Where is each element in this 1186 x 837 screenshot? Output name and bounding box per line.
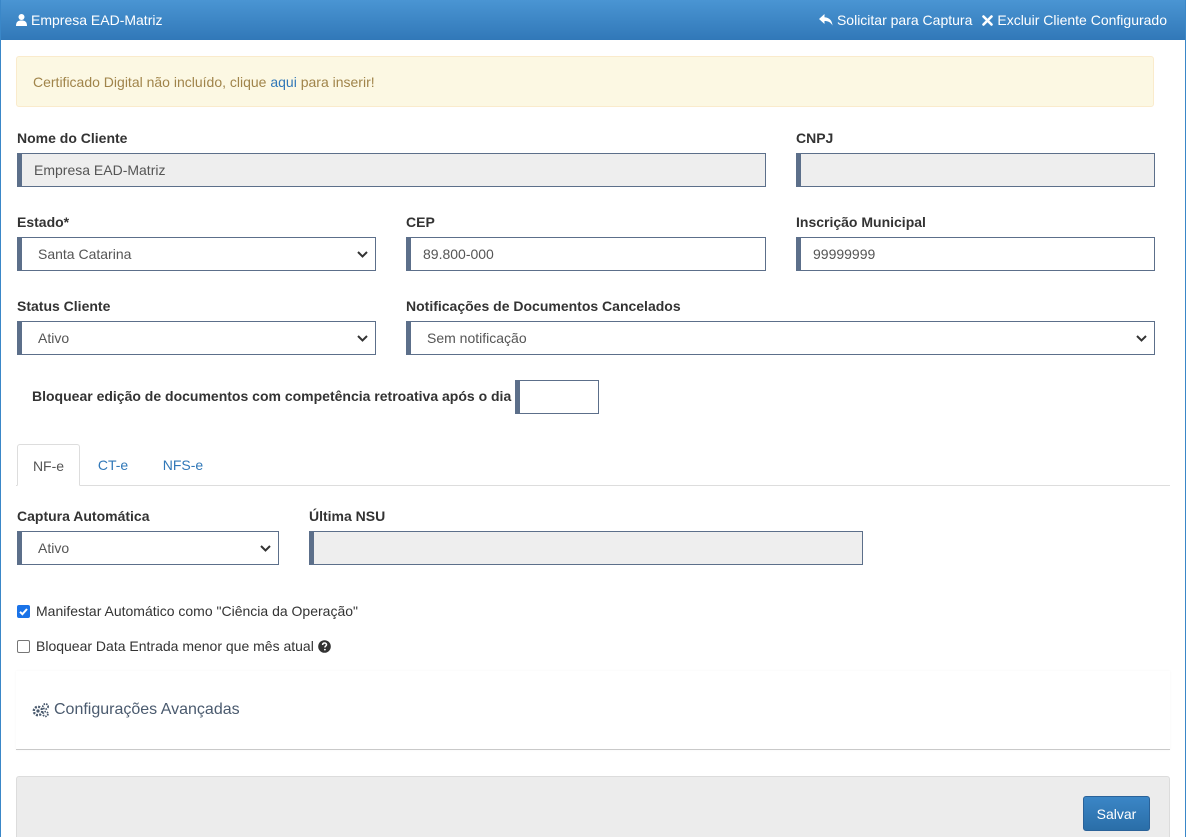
checkmark-icon [19,607,28,616]
client-name-field[interactable]: Empresa EAD-Matriz [17,153,766,187]
cep-field[interactable]: 89.800-000 [406,237,766,271]
cogs-icon [32,703,49,718]
last-nsu-label: Última NSU [309,508,386,524]
manifest-auto-checkbox[interactable] [17,604,30,618]
client-name-label: Nome do Cliente [17,130,128,146]
chevron-down-icon [357,251,368,258]
close-icon [982,14,994,26]
tab-nfse[interactable]: NFS-e [153,444,213,486]
cancel-notification-select[interactable]: Sem notificação [406,321,1155,355]
client-status-select[interactable]: Ativo [17,321,376,355]
client-config-page: Empresa EAD-Matriz Solicitar para Captur… [0,0,1186,837]
tab-cte[interactable]: CT-e [87,444,139,486]
certificate-alert: Certificado Digital não incluído, clique… [16,56,1154,107]
delete-client-button[interactable]: Excluir Cliente Configurado [982,12,1167,28]
cnpj-field[interactable] [796,153,1155,187]
manifest-auto-label: Manifestar Automático como "Ciência da O… [36,603,358,619]
tab-nfe[interactable]: NF-e [17,444,80,486]
municipal-registration-field[interactable]: 99999999 [796,237,1155,271]
block-entry-date-row: Bloquear Data Entrada menor que mês atua… [17,638,331,654]
header-bar: Empresa EAD-Matriz Solicitar para Captur… [1,0,1185,40]
form-footer: Salvar [16,776,1170,837]
retroactive-day-input[interactable] [515,380,599,414]
advanced-settings-toggle[interactable]: Configurações Avançadas [32,701,240,719]
block-entry-date-checkbox[interactable] [17,639,30,653]
state-select[interactable]: Santa Catarina [17,237,376,271]
block-entry-date-label: Bloquear Data Entrada menor que mês atua… [36,638,314,654]
request-capture-button[interactable]: Solicitar para Captura [818,12,972,28]
retroactive-block-label: Bloquear edição de documentos com compet… [32,388,512,404]
chevron-down-icon [260,545,271,552]
save-button[interactable]: Salvar [1083,796,1150,831]
header-title-text: Empresa EAD-Matriz [31,12,163,28]
municipal-registration-label: Inscrição Municipal [796,214,926,230]
header-actions: Solicitar para Captura Excluir Cliente C… [818,12,1167,28]
last-nsu-field[interactable] [309,531,863,565]
state-label: Estado* [17,214,70,230]
header-title: Empresa EAD-Matriz [16,12,162,28]
chevron-down-icon [357,335,368,342]
manifest-auto-row: Manifestar Automático como "Ciência da O… [17,603,358,619]
question-circle-icon[interactable] [318,639,331,653]
cep-label: CEP [406,214,435,230]
cnpj-label: CNPJ [796,130,834,146]
chevron-down-icon [1136,335,1147,342]
insert-certificate-link[interactable]: aqui [270,74,296,90]
reply-icon [818,14,833,26]
advanced-settings-panel: Configurações Avançadas [16,671,1170,750]
auto-capture-select[interactable]: Ativo [17,531,279,565]
client-status-label: Status Cliente [17,298,111,314]
auto-capture-label: Captura Automática [17,508,150,524]
cancel-notification-label: Notificações de Documentos Cancelados [406,298,681,314]
user-icon [16,14,27,26]
